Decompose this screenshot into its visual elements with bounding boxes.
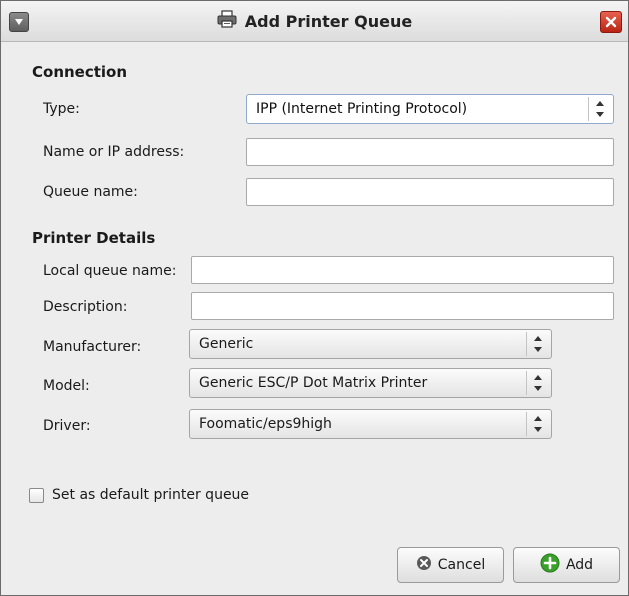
driver-select[interactable]: Foomatic/eps9high xyxy=(189,409,552,439)
type-select-value: IPP (Internet Printing Protocol) xyxy=(256,101,468,117)
cancel-button[interactable]: Cancel xyxy=(397,547,504,583)
printer-details-section-title: Printer Details xyxy=(32,229,156,247)
connection-section-title: Connection xyxy=(32,63,128,81)
close-icon xyxy=(605,16,617,28)
default-queue-checkbox[interactable] xyxy=(29,488,44,503)
manufacturer-select-value: Generic xyxy=(199,336,254,352)
model-select[interactable]: Generic ESC/P Dot Matrix Printer xyxy=(189,368,552,398)
manufacturer-select[interactable]: Generic xyxy=(189,329,552,359)
description-input[interactable] xyxy=(191,292,614,320)
description-label: Description: xyxy=(43,299,128,315)
local-queue-name-label: Local queue name: xyxy=(43,263,177,279)
window-title-wrap: Add Printer Queue xyxy=(1,1,628,41)
driver-select-value: Foomatic/eps9high xyxy=(199,416,332,432)
plus-icon xyxy=(540,553,560,577)
title-bar: Add Printer Queue xyxy=(1,1,628,42)
default-queue-label[interactable]: Set as default printer queue xyxy=(52,487,249,503)
printer-icon xyxy=(217,10,237,32)
type-label: Type: xyxy=(43,101,80,117)
updown-arrows-icon xyxy=(526,412,549,436)
driver-label: Driver: xyxy=(43,418,91,434)
queue-name-input[interactable] xyxy=(246,178,614,206)
updown-arrows-icon xyxy=(526,332,549,356)
add-printer-queue-dialog: Add Printer Queue Connection Type: IPP (… xyxy=(0,0,629,596)
cancel-icon xyxy=(416,555,432,575)
updown-arrows-icon xyxy=(526,371,549,395)
name-ip-label: Name or IP address: xyxy=(43,144,185,160)
manufacturer-label: Manufacturer: xyxy=(43,339,142,355)
add-button-label: Add xyxy=(565,557,594,573)
updown-arrows-icon xyxy=(588,97,611,121)
model-select-value: Generic ESC/P Dot Matrix Printer xyxy=(199,375,428,391)
model-label: Model: xyxy=(43,378,90,394)
cancel-button-label: Cancel xyxy=(437,557,486,573)
type-select[interactable]: IPP (Internet Printing Protocol) xyxy=(246,94,614,124)
local-queue-name-input[interactable] xyxy=(191,256,614,284)
name-ip-input[interactable] xyxy=(246,138,614,166)
add-button[interactable]: Add xyxy=(513,547,620,583)
window-title: Add Printer Queue xyxy=(244,11,413,31)
queue-name-label: Queue name: xyxy=(43,184,138,200)
close-button[interactable] xyxy=(600,11,622,33)
